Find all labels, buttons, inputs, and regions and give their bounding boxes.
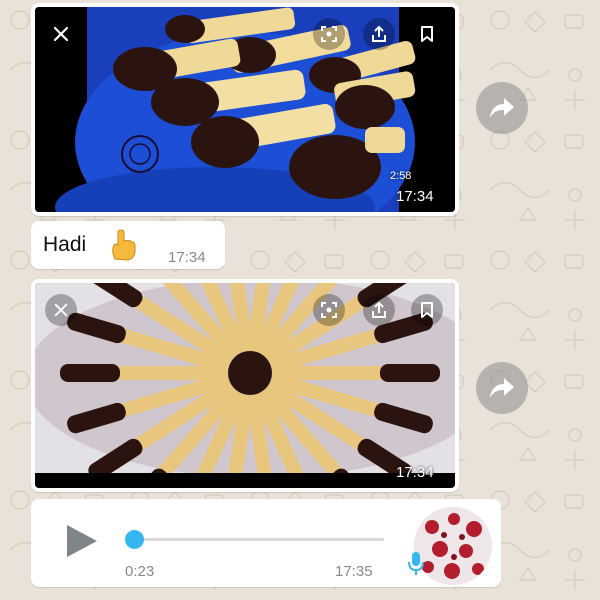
video-duration: 2:58	[390, 170, 412, 182]
voice-message[interactable]: 0:23 17:35	[31, 499, 501, 587]
text-message[interactable]: Hadi 17:34	[31, 221, 225, 269]
voice-playhead[interactable]	[125, 530, 144, 549]
close-icon	[54, 303, 68, 317]
forward-button-1[interactable]	[476, 82, 528, 134]
message-timestamp: 17:34	[396, 464, 434, 481]
video-message-2[interactable]: 17:34	[31, 279, 459, 492]
close-button[interactable]	[45, 18, 77, 50]
video-thumbnail-1[interactable]: 2:58 17:34	[35, 7, 455, 212]
share-button[interactable]	[363, 294, 395, 326]
share-button[interactable]	[363, 18, 395, 50]
play-icon	[67, 525, 97, 557]
voice-progress-track[interactable]	[134, 538, 384, 541]
bookmark-icon	[421, 26, 433, 42]
microphone-icon	[408, 552, 424, 575]
close-button[interactable]	[45, 294, 77, 326]
screen-scan-icon	[321, 26, 337, 42]
forward-icon	[490, 378, 514, 398]
screen-scan-button[interactable]	[313, 294, 345, 326]
forward-icon	[490, 98, 514, 118]
share-icon	[372, 25, 386, 42]
bookmark-button[interactable]	[411, 294, 443, 326]
share-icon	[372, 301, 386, 318]
pointing-hand-emoji	[112, 229, 136, 261]
play-button[interactable]	[63, 523, 99, 559]
bookmark-button[interactable]	[411, 18, 443, 50]
sender-avatar[interactable]	[414, 507, 492, 585]
video-thumbnail-2[interactable]: 17:34	[35, 283, 455, 488]
close-icon	[53, 26, 69, 42]
video-message-1[interactable]: 2:58 17:34	[31, 3, 459, 216]
voice-elapsed: 0:23	[125, 563, 155, 580]
message-text: Hadi	[43, 233, 87, 256]
screen-scan-icon	[321, 302, 337, 318]
bookmark-icon	[421, 302, 433, 318]
avatar-image	[414, 507, 492, 585]
forward-button-2[interactable]	[476, 362, 528, 414]
message-timestamp: 17:34	[396, 188, 434, 205]
message-timestamp: 17:35	[335, 563, 373, 580]
message-timestamp: 17:34	[168, 249, 206, 266]
screen-scan-button[interactable]	[313, 18, 345, 50]
